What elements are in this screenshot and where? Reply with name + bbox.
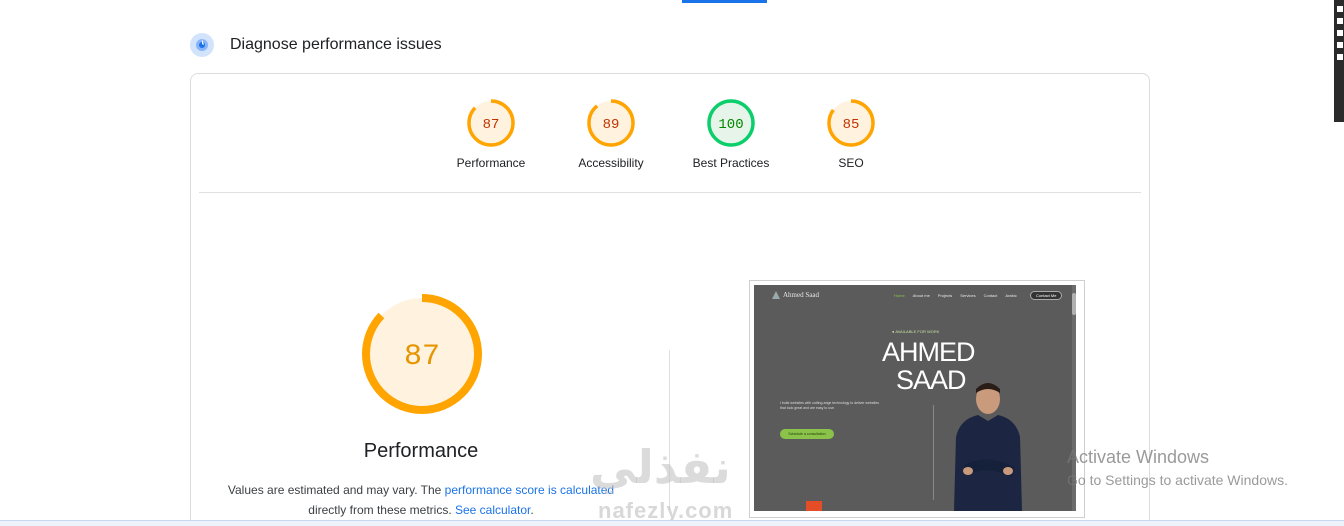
active-tab-indicator bbox=[682, 0, 767, 3]
divider bbox=[199, 192, 1141, 193]
activation-title: Activate Windows bbox=[1067, 447, 1210, 467]
site-nav: Home About me Projects Services Contact Arabi… bbox=[894, 293, 1017, 298]
scrollbar-thumb bbox=[1072, 293, 1076, 315]
toolbar-icon[interactable] bbox=[1337, 54, 1343, 60]
final-screenshot[interactable]: Ahmed Saad Home About me Projects Services C… bbox=[749, 280, 1085, 518]
person-photo bbox=[954, 383, 1022, 511]
logo-icon bbox=[772, 291, 780, 300]
site-nav-link: About me bbox=[912, 293, 930, 298]
lighthouse-icon bbox=[190, 33, 214, 57]
availability-text: AVAILABLE FOR WORK bbox=[895, 329, 940, 334]
contact-button: Contact Me bbox=[1030, 291, 1063, 300]
site-nav-link: Contact bbox=[983, 293, 998, 298]
category-gauges: 87 Performance 89 Accessibility 100 Best Prac… bbox=[191, 98, 1149, 178]
site-logo: Ahmed Saad bbox=[772, 291, 819, 300]
page-screenshot: Ahmed Saad Home About me Projects Services C… bbox=[754, 285, 1076, 511]
toolbar-icon[interactable] bbox=[1337, 6, 1343, 12]
gauge-accessibility[interactable]: 89 Accessibility bbox=[561, 98, 661, 170]
gauge-best-practices[interactable]: 100 Best Practices bbox=[681, 98, 781, 170]
logo-text: Ahmed Saad bbox=[783, 291, 819, 299]
section-title: Diagnose performance issues bbox=[230, 36, 442, 53]
gauge-label: Performance bbox=[456, 156, 526, 170]
gauge-label: Accessibility bbox=[578, 156, 644, 170]
toolbar-icon[interactable] bbox=[1337, 18, 1343, 24]
section-header: Diagnose performance issues bbox=[190, 32, 442, 58]
watermark-arabic: نفذلي bbox=[590, 440, 731, 494]
score-note: Values are estimated and may vary. The p… bbox=[221, 480, 621, 520]
hero-cta-button: Schedule a consultation bbox=[780, 429, 834, 439]
site-nav-link: Services bbox=[960, 293, 976, 298]
toolbar-icon[interactable] bbox=[1337, 30, 1343, 36]
note-text: Values are estimated and may vary. The bbox=[227, 483, 445, 497]
performance-label: Performance bbox=[363, 440, 479, 462]
performance-gauge: 87 bbox=[361, 293, 483, 420]
windows-activation-notice: Activate Windows Go to Settings to activ… bbox=[1067, 447, 1288, 488]
html5-icon bbox=[806, 501, 822, 511]
gauge-score: 100 bbox=[718, 117, 743, 133]
gauge-score: 89 bbox=[603, 117, 620, 133]
site-nav-link: Home bbox=[894, 293, 905, 298]
activation-subtitle: Go to Settings to activate Windows. bbox=[1067, 472, 1288, 488]
site-nav-link: Arabic bbox=[1005, 293, 1017, 298]
score-calc-link[interactable]: performance score is calculated bbox=[445, 483, 614, 497]
hero-name-line1: AHMED bbox=[882, 337, 976, 367]
gauge-performance[interactable]: 87 Performance bbox=[441, 98, 541, 170]
note-end: . bbox=[530, 503, 534, 517]
see-calculator-link[interactable]: See calculator bbox=[455, 503, 530, 517]
site-nav-link: Projects bbox=[937, 293, 953, 298]
gauge-seo[interactable]: 85 SEO bbox=[801, 98, 901, 170]
gauge-label: SEO bbox=[838, 156, 864, 170]
note-text-2: directly from these metrics. bbox=[308, 503, 455, 517]
availability-badge: ● AVAILABLE FOR WORK bbox=[892, 329, 940, 334]
gauge-score: 87 bbox=[404, 340, 440, 374]
bottom-bar bbox=[0, 520, 1344, 526]
side-toolbar bbox=[1334, 0, 1344, 122]
gauge-label: Best Practices bbox=[692, 156, 770, 170]
toolbar-icon[interactable] bbox=[1337, 42, 1343, 48]
hero-description: I build websites with cutting-edge techn… bbox=[780, 401, 880, 410]
gauge-score: 87 bbox=[483, 117, 500, 133]
hero-divider bbox=[933, 405, 934, 500]
gauge-score: 85 bbox=[843, 117, 860, 133]
